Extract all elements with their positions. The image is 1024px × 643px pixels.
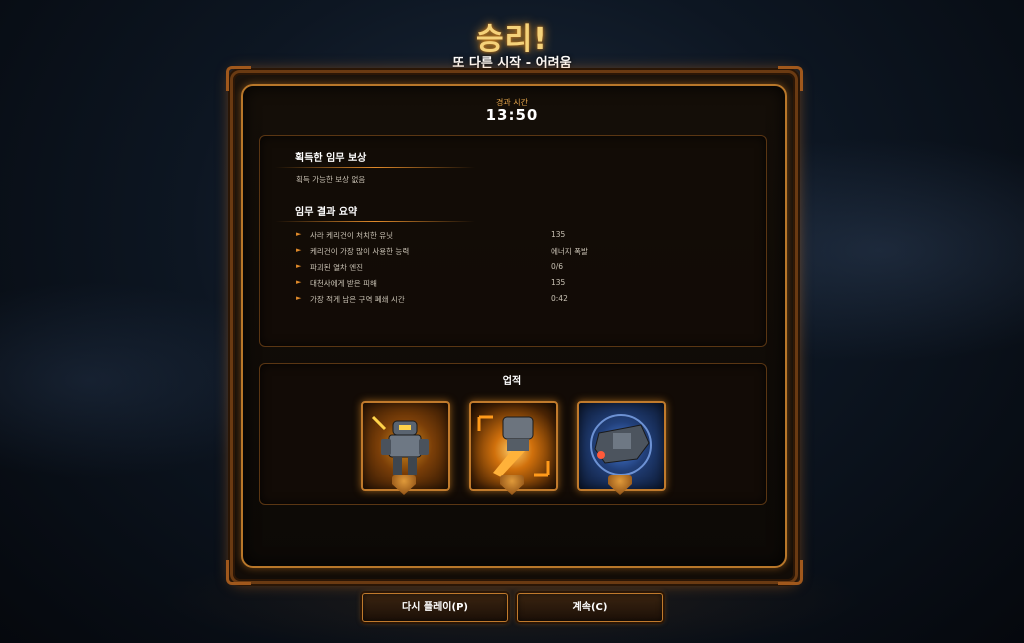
summary-row: ► 사라 케리건이 처치한 유닛 135 (296, 229, 626, 245)
mission-subtitle: 또 다른 시작 - 어려움 (452, 56, 572, 71)
summary-row-label: 사라 케리건이 처치한 유닛 (310, 231, 394, 240)
rewards-heading: 획득한 임무 보상 (274, 149, 476, 168)
continue-button[interactable]: 계속(C) (517, 593, 663, 622)
elapsed-time-value: 13:50 (485, 106, 539, 124)
bullet-arrow-icon: ► (296, 262, 302, 270)
summary-row-value: 135 (551, 230, 566, 239)
summary-row: ► 가장 적게 남은 구역 폐쇄 시간 0:42 (296, 293, 626, 309)
replay-button[interactable]: 다시 플레이(P) (362, 593, 508, 622)
summary-row-label: 대천사에게 받은 피해 (310, 279, 377, 288)
bullet-arrow-icon: ► (296, 246, 302, 254)
summary-row-value: 0/6 (551, 262, 564, 271)
summary-row: ► 케리건이 가장 많이 사용한 능력 에너지 폭발 (296, 245, 626, 261)
summary-list: ► 사라 케리건이 처치한 유닛 135 ► 케리건이 가장 많이 사용한 능력… (296, 229, 626, 309)
summary-row: ► 파괴된 열차 엔진 0/6 (296, 261, 626, 277)
bullet-arrow-icon: ► (296, 230, 302, 238)
summary-row-value: 135 (551, 278, 566, 287)
summary-row-value: 0:42 (551, 294, 568, 303)
bullet-arrow-icon: ► (296, 294, 302, 302)
bullet-arrow-icon: ► (296, 278, 302, 286)
summary-row: ► 대천사에게 받은 피해 135 (296, 277, 626, 293)
summary-row-label: 가장 적게 남은 구역 폐쇄 시간 (310, 295, 405, 304)
summary-heading: 임무 결과 요약 (274, 203, 476, 222)
achievements-heading: 업적 (502, 376, 522, 387)
summary-row-label: 파괴된 열차 엔진 (310, 263, 364, 272)
summary-row-value: 에너지 폭발 (551, 247, 588, 256)
summary-row-label: 케리건이 가장 많이 사용한 능력 (310, 247, 410, 256)
no-reward-text: 획득 가능한 보상 없음 (296, 175, 366, 184)
